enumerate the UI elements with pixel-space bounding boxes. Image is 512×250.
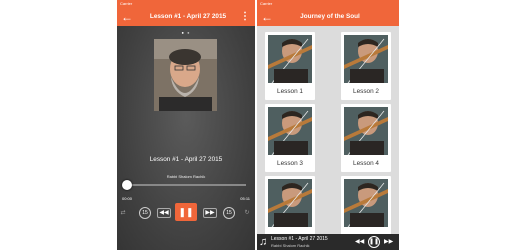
playback-controls: ⇄ 15 ◀◀ ❚❚ ▶▶ 15 ↻ bbox=[117, 202, 255, 222]
violinist-image bbox=[268, 35, 312, 83]
lesson-thumbnail bbox=[344, 107, 388, 155]
page-dot-active: ● bbox=[181, 30, 185, 35]
lessons-screen: Carrier ← Journey of the Soul Lesson 1 L… bbox=[257, 0, 399, 250]
player-header: ← Lesson #1 - April 27 2015 ⋮ bbox=[117, 8, 255, 26]
artist-name: Rabbi Shalom Rachik bbox=[166, 174, 206, 179]
shuffle-icon[interactable]: ⇄ bbox=[119, 209, 127, 216]
mini-player-title: Lesson #1 - April 27 2015 bbox=[271, 236, 328, 242]
forward-15-button[interactable]: 15 bbox=[223, 207, 235, 219]
player-body: ● ● Lesson #1 - April 27 2015 Rabbi Shal… bbox=[117, 26, 255, 250]
mini-pause-button[interactable]: ❚❚ bbox=[368, 236, 380, 248]
seek-bar[interactable] bbox=[122, 180, 246, 190]
violinist-image bbox=[268, 179, 312, 227]
violinist-image bbox=[344, 107, 388, 155]
mini-previous-button[interactable]: ◀◀ bbox=[355, 236, 364, 248]
rewind-15-button[interactable]: 15 bbox=[139, 207, 151, 219]
page-title: Lesson #1 - April 27 2015 bbox=[149, 13, 227, 20]
back-arrow-icon[interactable]: ← bbox=[121, 9, 133, 25]
lesson-thumbnail bbox=[344, 179, 388, 227]
elapsed-time: 00:00 bbox=[122, 196, 133, 201]
lesson-grid: Lesson 1 Lesson 2 Lesson 3 Lesson 4 bbox=[257, 26, 399, 244]
page-dot: ● bbox=[187, 30, 191, 35]
lesson-label: Lesson 3 bbox=[277, 160, 303, 167]
lesson-thumbnail bbox=[268, 107, 312, 155]
lesson-label: Lesson 2 bbox=[353, 88, 379, 95]
speaker-portrait bbox=[154, 39, 217, 111]
lesson-card[interactable]: Lesson 3 bbox=[265, 104, 315, 172]
mini-player[interactable]: ♫ Lesson #1 - April 27 2015 Rabbi Shalom… bbox=[257, 234, 399, 250]
lesson-thumbnail bbox=[268, 35, 312, 83]
lesson-thumbnail bbox=[268, 179, 312, 227]
lesson-card[interactable]: Lesson 4 bbox=[341, 104, 391, 172]
portrait-image bbox=[154, 39, 217, 111]
page-indicator[interactable]: ● ● bbox=[117, 30, 255, 35]
music-note-icon: ♫ bbox=[259, 236, 268, 248]
app-screenshots: Carrier ← Lesson #1 - April 27 2015 ⋮ ● … bbox=[0, 0, 512, 250]
violinist-image bbox=[344, 179, 388, 227]
lesson-label: Lesson 1 bbox=[277, 88, 303, 95]
seek-thumb[interactable] bbox=[122, 180, 132, 190]
repeat-icon[interactable]: ↻ bbox=[243, 209, 251, 216]
carrier-label: Carrier bbox=[260, 1, 273, 6]
status-bar: Carrier bbox=[257, 0, 399, 8]
pause-button[interactable]: ❚❚ bbox=[175, 203, 197, 221]
lessons-header: ← Journey of the Soul bbox=[257, 8, 399, 26]
next-button[interactable]: ▶▶ bbox=[203, 208, 217, 218]
track-title: Lesson #1 - April 27 2015 bbox=[149, 156, 223, 163]
lesson-card[interactable]: Lesson 1 bbox=[265, 32, 315, 100]
lesson-label: Lesson 4 bbox=[353, 160, 379, 167]
more-options-icon[interactable]: ⋮ bbox=[240, 8, 250, 26]
previous-button[interactable]: ◀◀ bbox=[157, 208, 171, 218]
mini-player-artist: Rabbi Shalom Rachik bbox=[271, 243, 310, 248]
mini-next-button[interactable]: ▶▶ bbox=[384, 236, 393, 248]
lesson-thumbnail bbox=[344, 35, 388, 83]
violinist-image bbox=[268, 107, 312, 155]
carrier-label: Carrier bbox=[120, 1, 133, 6]
status-bar: Carrier bbox=[117, 0, 255, 8]
player-screen: Carrier ← Lesson #1 - April 27 2015 ⋮ ● … bbox=[117, 0, 255, 250]
violinist-image bbox=[344, 35, 388, 83]
back-arrow-icon[interactable]: ← bbox=[261, 9, 273, 25]
page-title: Journey of the Soul bbox=[300, 13, 360, 20]
lesson-card[interactable]: Lesson 2 bbox=[341, 32, 391, 100]
total-time: 05:11 bbox=[240, 196, 250, 201]
